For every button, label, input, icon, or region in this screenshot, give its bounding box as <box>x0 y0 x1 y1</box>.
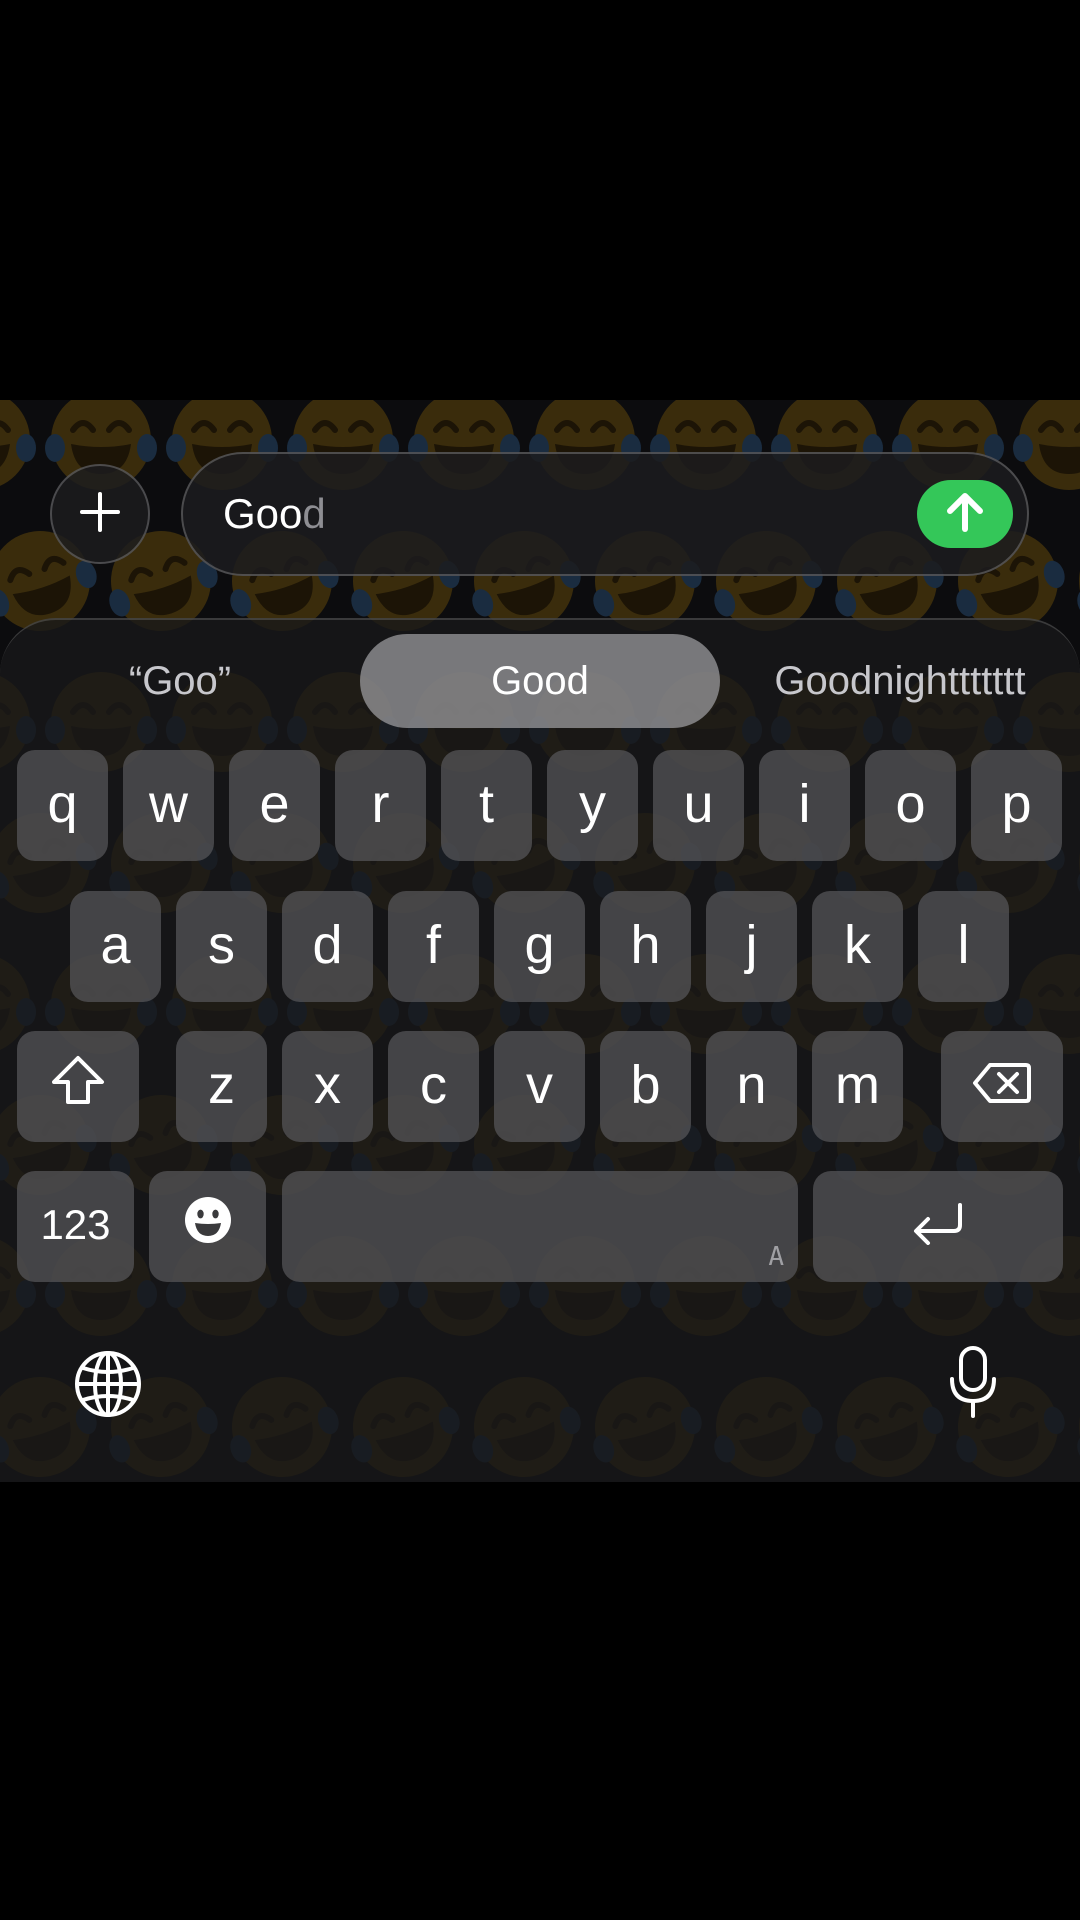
key-label: j <box>745 914 758 975</box>
key-label: w <box>149 773 188 834</box>
key-i[interactable]: i <box>759 750 850 861</box>
delete-key[interactable] <box>941 1031 1063 1142</box>
key-e[interactable]: e <box>229 750 320 861</box>
suggestion-3[interactable]: Goodnighttttttt <box>744 634 1056 728</box>
key-label: k <box>844 914 871 975</box>
key-label: z <box>208 1054 235 1115</box>
keyboard: “Goo” Good Goodnighttttttt q w e r t y u… <box>0 618 1080 1482</box>
key-b[interactable]: b <box>600 1031 691 1142</box>
key-u[interactable]: u <box>653 750 744 861</box>
send-button[interactable] <box>917 480 1013 548</box>
message-input[interactable]: Good <box>181 452 1029 576</box>
key-label: d <box>312 914 343 975</box>
key-label: q <box>47 773 78 834</box>
emoji-tile <box>0 400 36 486</box>
key-x[interactable]: x <box>282 1031 373 1142</box>
key-y[interactable]: y <box>547 750 638 861</box>
autocomplete-text: d <box>302 490 326 537</box>
key-c[interactable]: c <box>388 1031 479 1142</box>
bottom-black-area <box>0 1482 1080 1920</box>
typed-text: Goo <box>223 490 303 537</box>
emoji-tile <box>1013 400 1080 490</box>
key-label: l <box>957 914 970 975</box>
top-black-area <box>0 0 1080 400</box>
return-icon <box>910 1196 966 1258</box>
key-label: y <box>579 773 606 834</box>
key-z[interactable]: z <box>176 1031 267 1142</box>
microphone-icon <box>947 1345 999 1424</box>
key-r[interactable]: r <box>335 750 426 861</box>
space-key-hint: A <box>768 1242 784 1272</box>
key-s[interactable]: s <box>176 891 267 1002</box>
globe-icon <box>74 1350 142 1423</box>
key-label: g <box>524 914 555 975</box>
key-l[interactable]: l <box>918 891 1009 1002</box>
key-j[interactable]: j <box>706 891 797 1002</box>
key-label: a <box>100 914 131 975</box>
key-label: t <box>478 773 494 834</box>
key-w[interactable]: w <box>123 750 214 861</box>
key-label: h <box>630 914 661 975</box>
key-g[interactable]: g <box>494 891 585 1002</box>
add-attachment-button[interactable] <box>50 464 150 564</box>
key-k[interactable]: k <box>812 891 903 1002</box>
key-label: 123 <box>40 1200 111 1248</box>
key-p[interactable]: p <box>971 750 1062 861</box>
key-label: c <box>420 1054 447 1115</box>
space-key[interactable]: A <box>282 1171 798 1282</box>
dictation-button[interactable] <box>944 1344 1002 1424</box>
globe-button[interactable] <box>70 1348 146 1424</box>
key-label: b <box>630 1054 661 1115</box>
numbers-key[interactable]: 123 <box>17 1171 134 1282</box>
suggestion-1[interactable]: “Goo” <box>30 634 330 728</box>
delete-icon <box>972 1056 1032 1118</box>
key-label: r <box>371 773 390 834</box>
suggestion-2-selected[interactable]: Good <box>360 634 720 728</box>
key-label: e <box>259 773 290 834</box>
shift-key[interactable] <box>17 1031 139 1142</box>
key-label: i <box>798 773 811 834</box>
key-t[interactable]: t <box>441 750 532 861</box>
key-label: n <box>736 1054 767 1115</box>
key-f[interactable]: f <box>388 891 479 1002</box>
message-text: Good <box>223 454 326 574</box>
plus-icon <box>78 490 122 539</box>
emoji-key[interactable] <box>149 1171 266 1282</box>
key-label: m <box>835 1054 880 1115</box>
key-d[interactable]: d <box>282 891 373 1002</box>
key-m[interactable]: m <box>812 1031 903 1142</box>
key-a[interactable]: a <box>70 891 161 1002</box>
arrow-up-icon <box>942 489 988 540</box>
key-label: x <box>314 1054 341 1115</box>
key-label: s <box>208 914 235 975</box>
key-v[interactable]: v <box>494 1031 585 1142</box>
key-label: v <box>526 1054 553 1115</box>
key-n[interactable]: n <box>706 1031 797 1142</box>
key-q[interactable]: q <box>17 750 108 861</box>
return-key[interactable] <box>813 1171 1063 1282</box>
key-o[interactable]: o <box>865 750 956 861</box>
key-h[interactable]: h <box>600 891 691 1002</box>
key-label: u <box>683 773 714 834</box>
key-label: p <box>1001 773 1032 834</box>
shift-icon <box>50 1054 106 1119</box>
key-label: o <box>895 773 926 834</box>
key-label: f <box>425 914 441 975</box>
emoji-icon <box>183 1195 233 1258</box>
